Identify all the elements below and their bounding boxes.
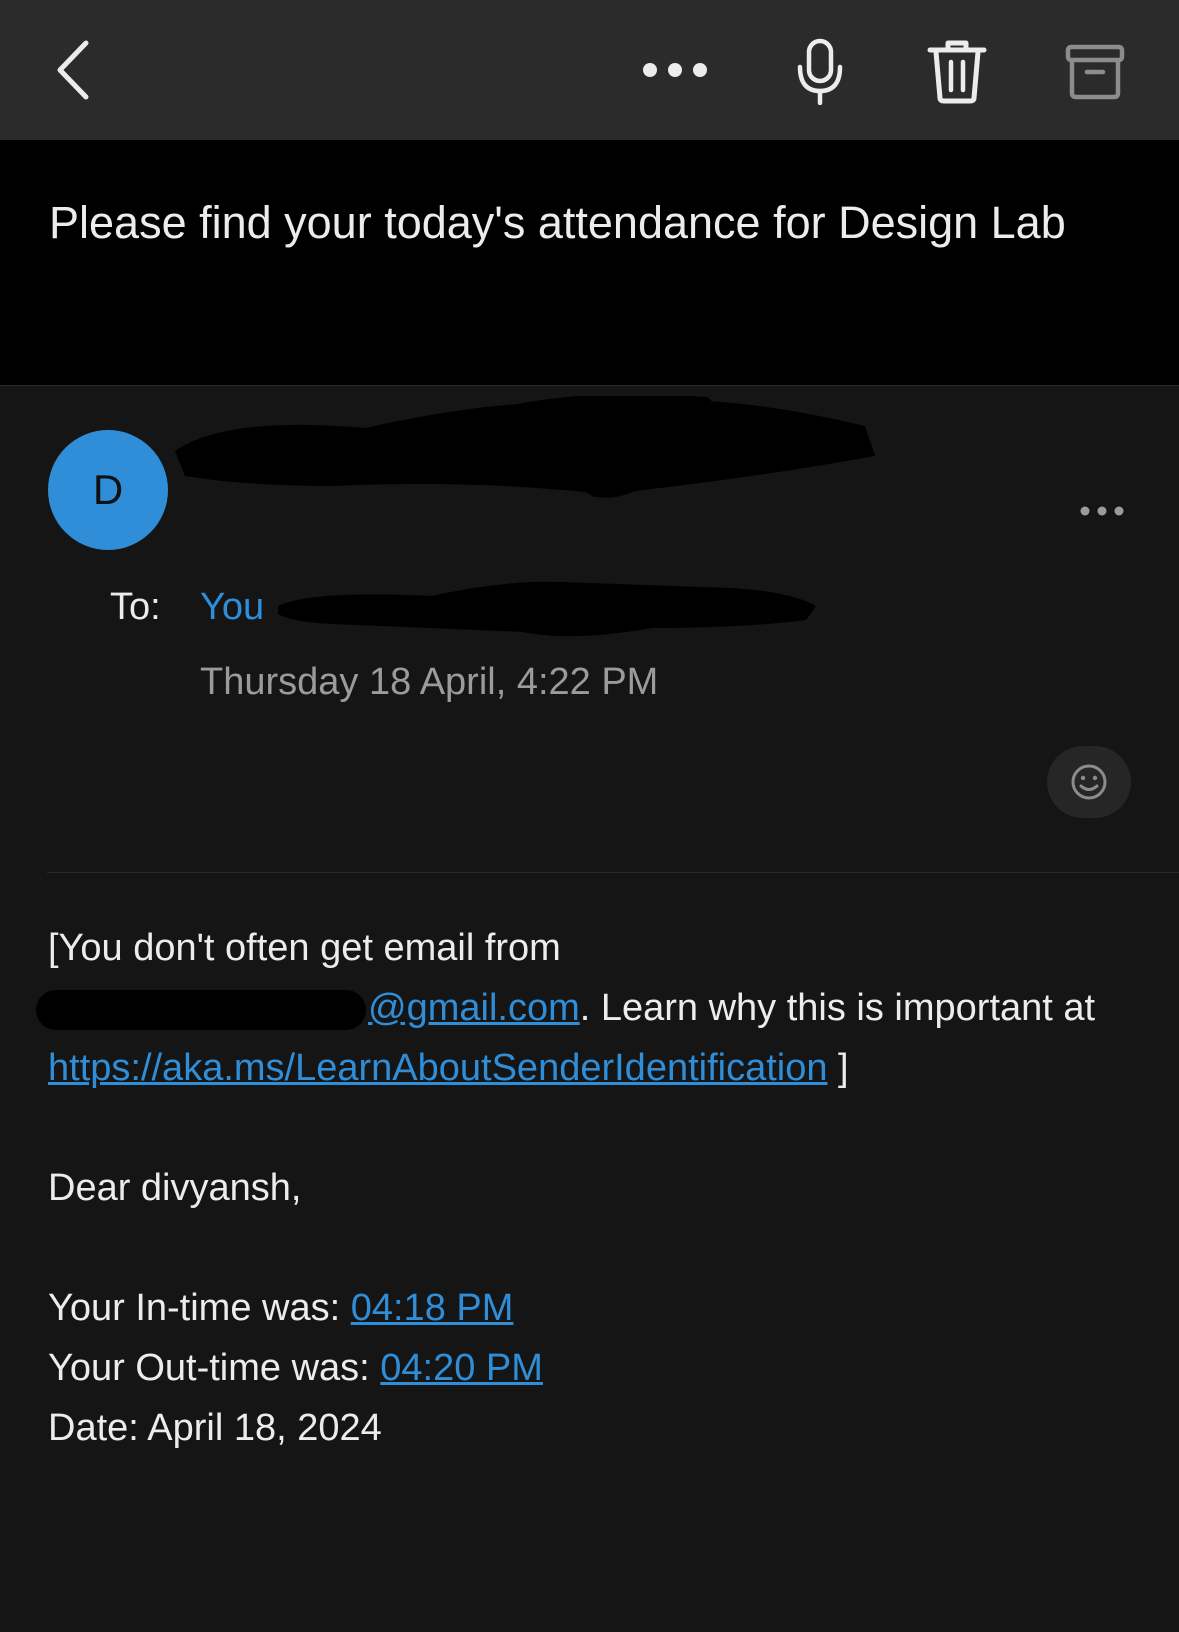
out-time-link[interactable]: 04:20 PM <box>380 1347 543 1389</box>
sender-initial: D <box>92 466 124 513</box>
archive-button[interactable] <box>1062 40 1128 104</box>
sender-name-redaction <box>175 396 875 498</box>
microphone-icon <box>797 38 843 105</box>
trash-icon <box>927 40 987 104</box>
notice-text-2: . Learn why this is important at <box>579 987 1096 1029</box>
top-toolbar <box>0 0 1179 140</box>
email-subject: Please find your today's attendance for … <box>49 197 1066 248</box>
out-time-line: Your Out-time was: 04:20 PM <box>48 1338 1148 1398</box>
react-button[interactable] <box>1047 746 1131 818</box>
subject-bar: Please find your today's attendance for … <box>0 140 1179 386</box>
chevron-left-icon <box>57 40 89 100</box>
to-label: To: <box>110 586 161 628</box>
ellipsis-icon <box>1080 506 1124 516</box>
message-body: [You don't often get email from @gmail.c… <box>36 918 1148 1458</box>
notice-text: [You don't often get email from <box>48 927 561 969</box>
delete-button[interactable] <box>922 35 992 107</box>
date-line: Date: April 18, 2024 <box>48 1407 382 1449</box>
in-time-link[interactable]: 04:18 PM <box>351 1287 514 1329</box>
back-button[interactable] <box>40 30 110 110</box>
more-options-button[interactable] <box>632 40 718 100</box>
header-divider <box>47 872 1179 873</box>
external-sender-notice: [You don't often get email from @gmail.c… <box>36 918 1148 1098</box>
sender-email-domain: @gmail.com <box>368 987 580 1029</box>
sender-avatar[interactable]: D <box>48 430 168 550</box>
recipient-you[interactable]: You <box>200 586 264 629</box>
notice-end: ] <box>827 1047 849 1089</box>
message-more-button[interactable] <box>1070 486 1134 536</box>
in-time-label: Your In-time was: <box>48 1287 351 1329</box>
ellipsis-icon <box>643 63 707 77</box>
greeting: Dear divyansh, <box>48 1167 302 1209</box>
message-header: D To: You Thursday 18 April, 4:22 PM <box>0 386 1179 872</box>
smiley-icon <box>1071 764 1107 800</box>
in-time-line: Your In-time was: 04:18 PM <box>48 1278 1148 1338</box>
sender-email-link[interactable]: @gmail.com <box>36 978 580 1038</box>
out-time-label: Your Out-time was: <box>48 1347 381 1389</box>
archive-icon <box>1065 44 1125 100</box>
dictate-button[interactable] <box>790 35 850 107</box>
recipient-address-redaction <box>278 581 816 637</box>
message-date: Thursday 18 April, 4:22 PM <box>200 661 659 703</box>
email-redaction <box>36 990 366 1030</box>
sender-identification-link[interactable]: https://aka.ms/LearnAboutSenderIdentific… <box>48 1047 827 1089</box>
